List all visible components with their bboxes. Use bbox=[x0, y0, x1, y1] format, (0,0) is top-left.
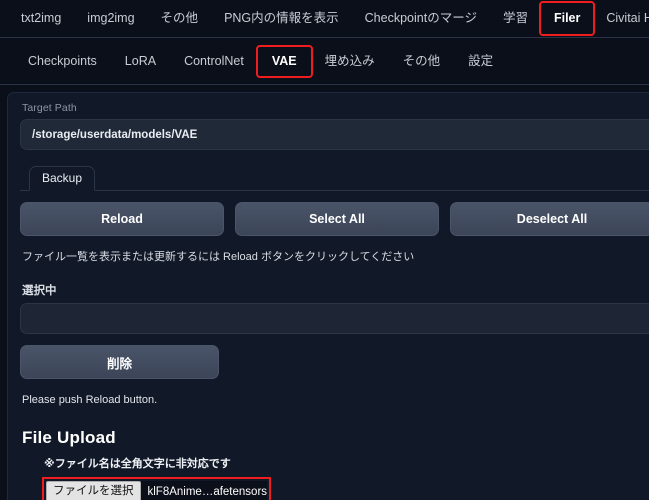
tab-checkpoint-merger[interactable]: Checkpointのマージ bbox=[352, 3, 490, 34]
tab-txt2img[interactable]: txt2img bbox=[8, 3, 74, 34]
tab-label: その他 bbox=[160, 11, 199, 25]
tab-filer[interactable]: Filer bbox=[538, 1, 596, 36]
target-path-input[interactable] bbox=[20, 119, 649, 150]
tab-png-info[interactable]: PNG内の情報を表示 bbox=[211, 3, 352, 34]
file-upload-heading: File Upload bbox=[22, 428, 116, 447]
subtab-label: 設定 bbox=[468, 53, 494, 68]
subtab-label: VAE bbox=[271, 53, 297, 68]
status-text: Please push Reload button. bbox=[22, 394, 158, 406]
subtab-embeddings[interactable]: 埋め込み bbox=[311, 47, 389, 76]
button-label: Select All bbox=[309, 212, 365, 226]
button-label: Deselect All bbox=[516, 212, 588, 226]
tab-train[interactable]: 学習 bbox=[490, 3, 541, 34]
reload-hint-text: ファイル一覧を表示または更新するには Reload ボタンをクリックしてください bbox=[22, 251, 415, 263]
button-label: ファイルを選択 bbox=[53, 485, 134, 497]
tab-label: Filer bbox=[553, 11, 581, 25]
delete-button[interactable]: 削除 bbox=[20, 345, 219, 379]
subtab-label: LoRA bbox=[124, 53, 157, 68]
reload-button[interactable]: Reload bbox=[20, 202, 224, 236]
button-label: Reload bbox=[101, 212, 143, 226]
backup-group: Backup Reload Select All Deselect All ファ… bbox=[20, 166, 649, 500]
tab-label: txt2img bbox=[21, 11, 62, 25]
subtab-controlnet[interactable]: ControlNet bbox=[170, 47, 258, 76]
subtab-lora[interactable]: LoRA bbox=[111, 47, 170, 76]
file-upload-note: ※ファイル名は全角文字に非対応です bbox=[44, 458, 231, 470]
selection-textarea[interactable] bbox=[20, 303, 649, 334]
filer-sub-tab-bar: Checkpoints LoRA ControlNet VAE 埋め込み その他… bbox=[0, 38, 649, 85]
tab-label: Backup bbox=[42, 171, 83, 185]
tab-civitai-helper[interactable]: Civitai Helper bbox=[593, 3, 649, 34]
subtab-label: その他 bbox=[402, 53, 441, 68]
file-action-button-row: Reload Select All Deselect All bbox=[20, 202, 649, 236]
tab-label: 学習 bbox=[502, 11, 528, 25]
tab-label: Civitai Helper bbox=[606, 11, 649, 25]
subtab-label: ControlNet bbox=[184, 53, 244, 68]
tab-extras[interactable]: その他 bbox=[148, 3, 212, 34]
main-content: Target Path Backup Reload Select All Des… bbox=[0, 92, 649, 500]
selected-file-name: klF8Anime…afetensors bbox=[147, 485, 268, 498]
selection-label: 選択中 bbox=[22, 285, 57, 297]
file-picker-highlight: ファイルを選択 klF8Anime…afetensors bbox=[41, 477, 272, 500]
subtab-other[interactable]: その他 bbox=[389, 47, 455, 76]
filer-page: txt2img img2img その他 PNG内の情報を表示 Checkpoin… bbox=[0, 0, 649, 500]
delete-button-row: 削除 bbox=[20, 345, 649, 379]
primary-tab-bar: txt2img img2img その他 PNG内の情報を表示 Checkpoin… bbox=[0, 0, 649, 38]
subtab-label: 埋め込み bbox=[324, 53, 375, 68]
select-all-button[interactable]: Select All bbox=[235, 202, 439, 236]
file-picker[interactable]: ファイルを選択 klF8Anime…afetensors bbox=[46, 481, 268, 500]
backup-tab-bar: Backup bbox=[20, 166, 649, 191]
choose-file-button[interactable]: ファイルを選択 bbox=[46, 481, 141, 500]
subtab-settings[interactable]: 設定 bbox=[454, 47, 507, 76]
target-path-label: Target Path bbox=[22, 102, 77, 114]
subtab-vae[interactable]: VAE bbox=[255, 44, 313, 78]
tab-label: PNG内の情報を表示 bbox=[224, 11, 339, 25]
backup-body: Reload Select All Deselect All ファイル一覧を表示… bbox=[20, 191, 649, 500]
button-label: 削除 bbox=[106, 356, 132, 371]
deselect-all-button[interactable]: Deselect All bbox=[450, 202, 649, 236]
tab-backup[interactable]: Backup bbox=[29, 166, 96, 191]
file-upload-section: File Upload ※ファイル名は全角文字に非対応です ファイルを選択 kl… bbox=[22, 428, 649, 500]
vae-filer-panel: Target Path Backup Reload Select All Des… bbox=[7, 92, 649, 500]
tab-label: Checkpointのマージ bbox=[364, 11, 477, 25]
subtab-label: Checkpoints bbox=[28, 53, 97, 68]
tab-label: img2img bbox=[87, 11, 135, 25]
subtab-checkpoints[interactable]: Checkpoints bbox=[14, 47, 111, 76]
tab-img2img[interactable]: img2img bbox=[74, 3, 147, 34]
